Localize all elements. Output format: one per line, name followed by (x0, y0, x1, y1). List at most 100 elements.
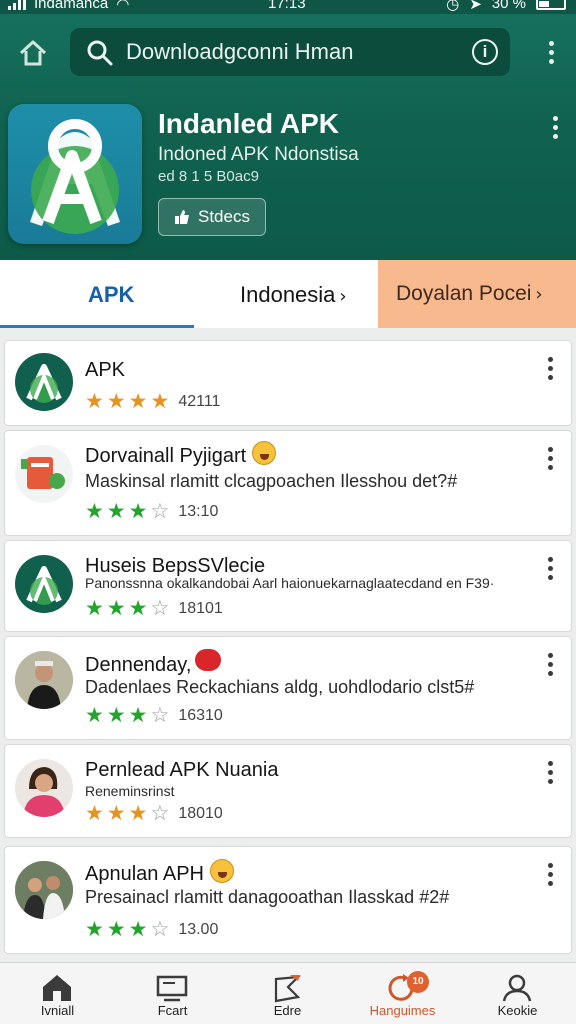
star-empty-icon: ☆ (150, 499, 170, 523)
item-menu-icon[interactable] (548, 761, 553, 784)
carrier-label: Indamanca (34, 0, 109, 12)
star-empty-icon: ☆ (150, 801, 170, 825)
item-menu-icon[interactable] (548, 447, 553, 470)
info-icon[interactable]: i (472, 39, 498, 65)
nav-label: Fcart (157, 1003, 188, 1018)
tab-indicator (0, 325, 194, 328)
stats-button[interactable]: Stdecs (158, 198, 266, 236)
rating-count: 18010 (178, 804, 223, 822)
screen-icon (156, 975, 188, 1002)
status-bar: Indamanca ◠ 17:13 ◷ ➤ 30 % (0, 0, 576, 14)
list-item-title: APK (85, 359, 126, 381)
tab-doyalan[interactable]: Doyalan Pocei › (378, 260, 576, 328)
app-logo (8, 104, 142, 244)
star-filled-icon: ★ (150, 389, 170, 413)
list-item-desc: Panonssnna okalkandobai Aarl haionuekarn… (85, 575, 495, 591)
list-item[interactable]: Pernlead APK Nuania Reneminsrinst ★ ★ ★ ☆ 18… (4, 744, 572, 838)
app-avatar (15, 353, 73, 411)
nav-label: Ivniall (40, 1003, 75, 1018)
nav-item-refresh[interactable]: 10 Hanguimes (345, 963, 460, 1024)
rating-count: 18101 (178, 599, 223, 617)
star-filled-icon: ★ (128, 703, 148, 727)
star-filled-icon: ★ (128, 499, 148, 523)
app-menu-icon[interactable] (553, 116, 558, 139)
list-item[interactable]: Apnulan APH Presainacl rlamitt danagooat… (4, 846, 572, 954)
nav-label: Hanguimes (369, 1003, 436, 1018)
rating: ★ ★ ★ ☆ 18101 (85, 598, 223, 619)
search-bar[interactable]: Downloadgconni Hman i (70, 28, 510, 76)
item-menu-icon[interactable] (548, 557, 553, 580)
tab-indonesia[interactable]: Indonesia › (194, 260, 378, 328)
app-avatar (15, 555, 73, 613)
app-avatar (15, 445, 73, 503)
list-item-title: Dorvainall Pyjigart (85, 445, 247, 467)
tab-doyalan-label: Doyalan Pocei (396, 282, 532, 305)
tab-bar: APK Indonesia › Doyalan Pocei › (0, 260, 576, 328)
nav-label: Keokie (497, 1003, 538, 1018)
star-filled-icon: ★ (85, 499, 104, 523)
user-avatar (15, 759, 73, 817)
bottom-nav: Ivniall Fcart Edre 10 Hanguimes Keokie (0, 962, 576, 1024)
app-subtitle: Indoned APK Ndonstisa (158, 144, 359, 165)
rating-count: 42111 (178, 392, 221, 410)
nav-item-flag[interactable]: Edre (230, 963, 345, 1024)
list-item[interactable]: Dennenday, Dadenlaes Reckachians aldg, u… (4, 636, 572, 740)
tab-indonesia-label: Indonesia (240, 282, 336, 307)
item-menu-icon[interactable] (548, 863, 553, 886)
star-filled-icon: ★ (106, 801, 126, 825)
top-bar: Downloadgconni Hman i (0, 14, 576, 90)
battery-percent: 30 % (491, 0, 526, 12)
star-filled-icon: ★ (106, 917, 126, 941)
emoji-icon (209, 859, 234, 883)
app-meta: ed 8 1 5 B0ac9 (158, 168, 259, 185)
nav-item-screen[interactable]: Fcart (115, 963, 230, 1024)
alarm-icon: ◷ (446, 0, 460, 13)
app-header: Downloadgconni Hman i Indanled APK Indon… (0, 14, 576, 260)
star-empty-icon: ☆ (150, 917, 170, 941)
star-filled-icon: ★ (128, 389, 148, 413)
item-menu-icon[interactable] (548, 653, 553, 676)
app-title: Indanled APK (158, 108, 339, 139)
search-icon (87, 40, 113, 66)
user-avatar (15, 861, 73, 919)
rating-count: 13:10 (178, 502, 219, 520)
nav-item-profile[interactable]: Keokie (460, 963, 575, 1024)
star-empty-icon: ☆ (150, 596, 170, 620)
stats-button-label: Stdecs (198, 207, 250, 226)
chevron-right-icon: › (535, 284, 543, 305)
notification-badge: 10 (407, 971, 429, 993)
list-item-title: Apnulan APH (85, 863, 204, 885)
signal-icon (8, 0, 26, 10)
flag-icon (274, 975, 301, 1003)
list-item[interactable]: Huseis BepsSVlecie Panonssnna okalkandob… (4, 540, 572, 632)
list-item-desc: Dadenlaes Reckachians aldg, uohdlodario … (85, 677, 475, 697)
star-filled-icon: ★ (106, 389, 126, 413)
list-item-desc: Maskinsal rlamitt clcagpoachen Ilesshou … (85, 471, 458, 491)
rating: ★ ★ ★ ☆ 18010 (85, 803, 223, 824)
list-item[interactable]: APK ★ ★ ★ ★ 42111 (4, 340, 572, 426)
rating: ★ ★ ★ ☆ 13.00 (85, 919, 218, 940)
nav-item-home[interactable]: Ivniall (0, 963, 115, 1024)
home-icon[interactable] (16, 36, 50, 70)
star-filled-icon: ★ (106, 596, 126, 620)
nav-label: Edre (273, 1003, 302, 1018)
list-item-desc: Reneminsrinst (85, 783, 175, 799)
search-input[interactable]: Downloadgconni Hman (126, 39, 353, 65)
overflow-menu-icon[interactable] (549, 41, 554, 64)
rating-count: 16310 (178, 706, 223, 724)
battery-icon (536, 0, 566, 10)
star-empty-icon: ☆ (150, 703, 170, 727)
rating: ★ ★ ★ ☆ 16310 (85, 705, 223, 726)
wifi-icon: ◠ (116, 0, 130, 13)
badge (195, 649, 222, 671)
location-icon: ➤ (469, 0, 482, 13)
rating: ★ ★ ★ ☆ 13:10 (85, 501, 218, 522)
rating-count: 13.00 (178, 920, 219, 938)
star-filled-icon: ★ (106, 499, 126, 523)
list-item[interactable]: Dorvainall Pyjigart Maskinsal rlamitt cl… (4, 430, 572, 536)
user-avatar (15, 651, 73, 709)
person-icon (502, 974, 532, 1002)
item-menu-icon[interactable] (548, 357, 553, 380)
star-filled-icon: ★ (85, 917, 104, 941)
tab-apk[interactable]: APK (0, 260, 194, 328)
